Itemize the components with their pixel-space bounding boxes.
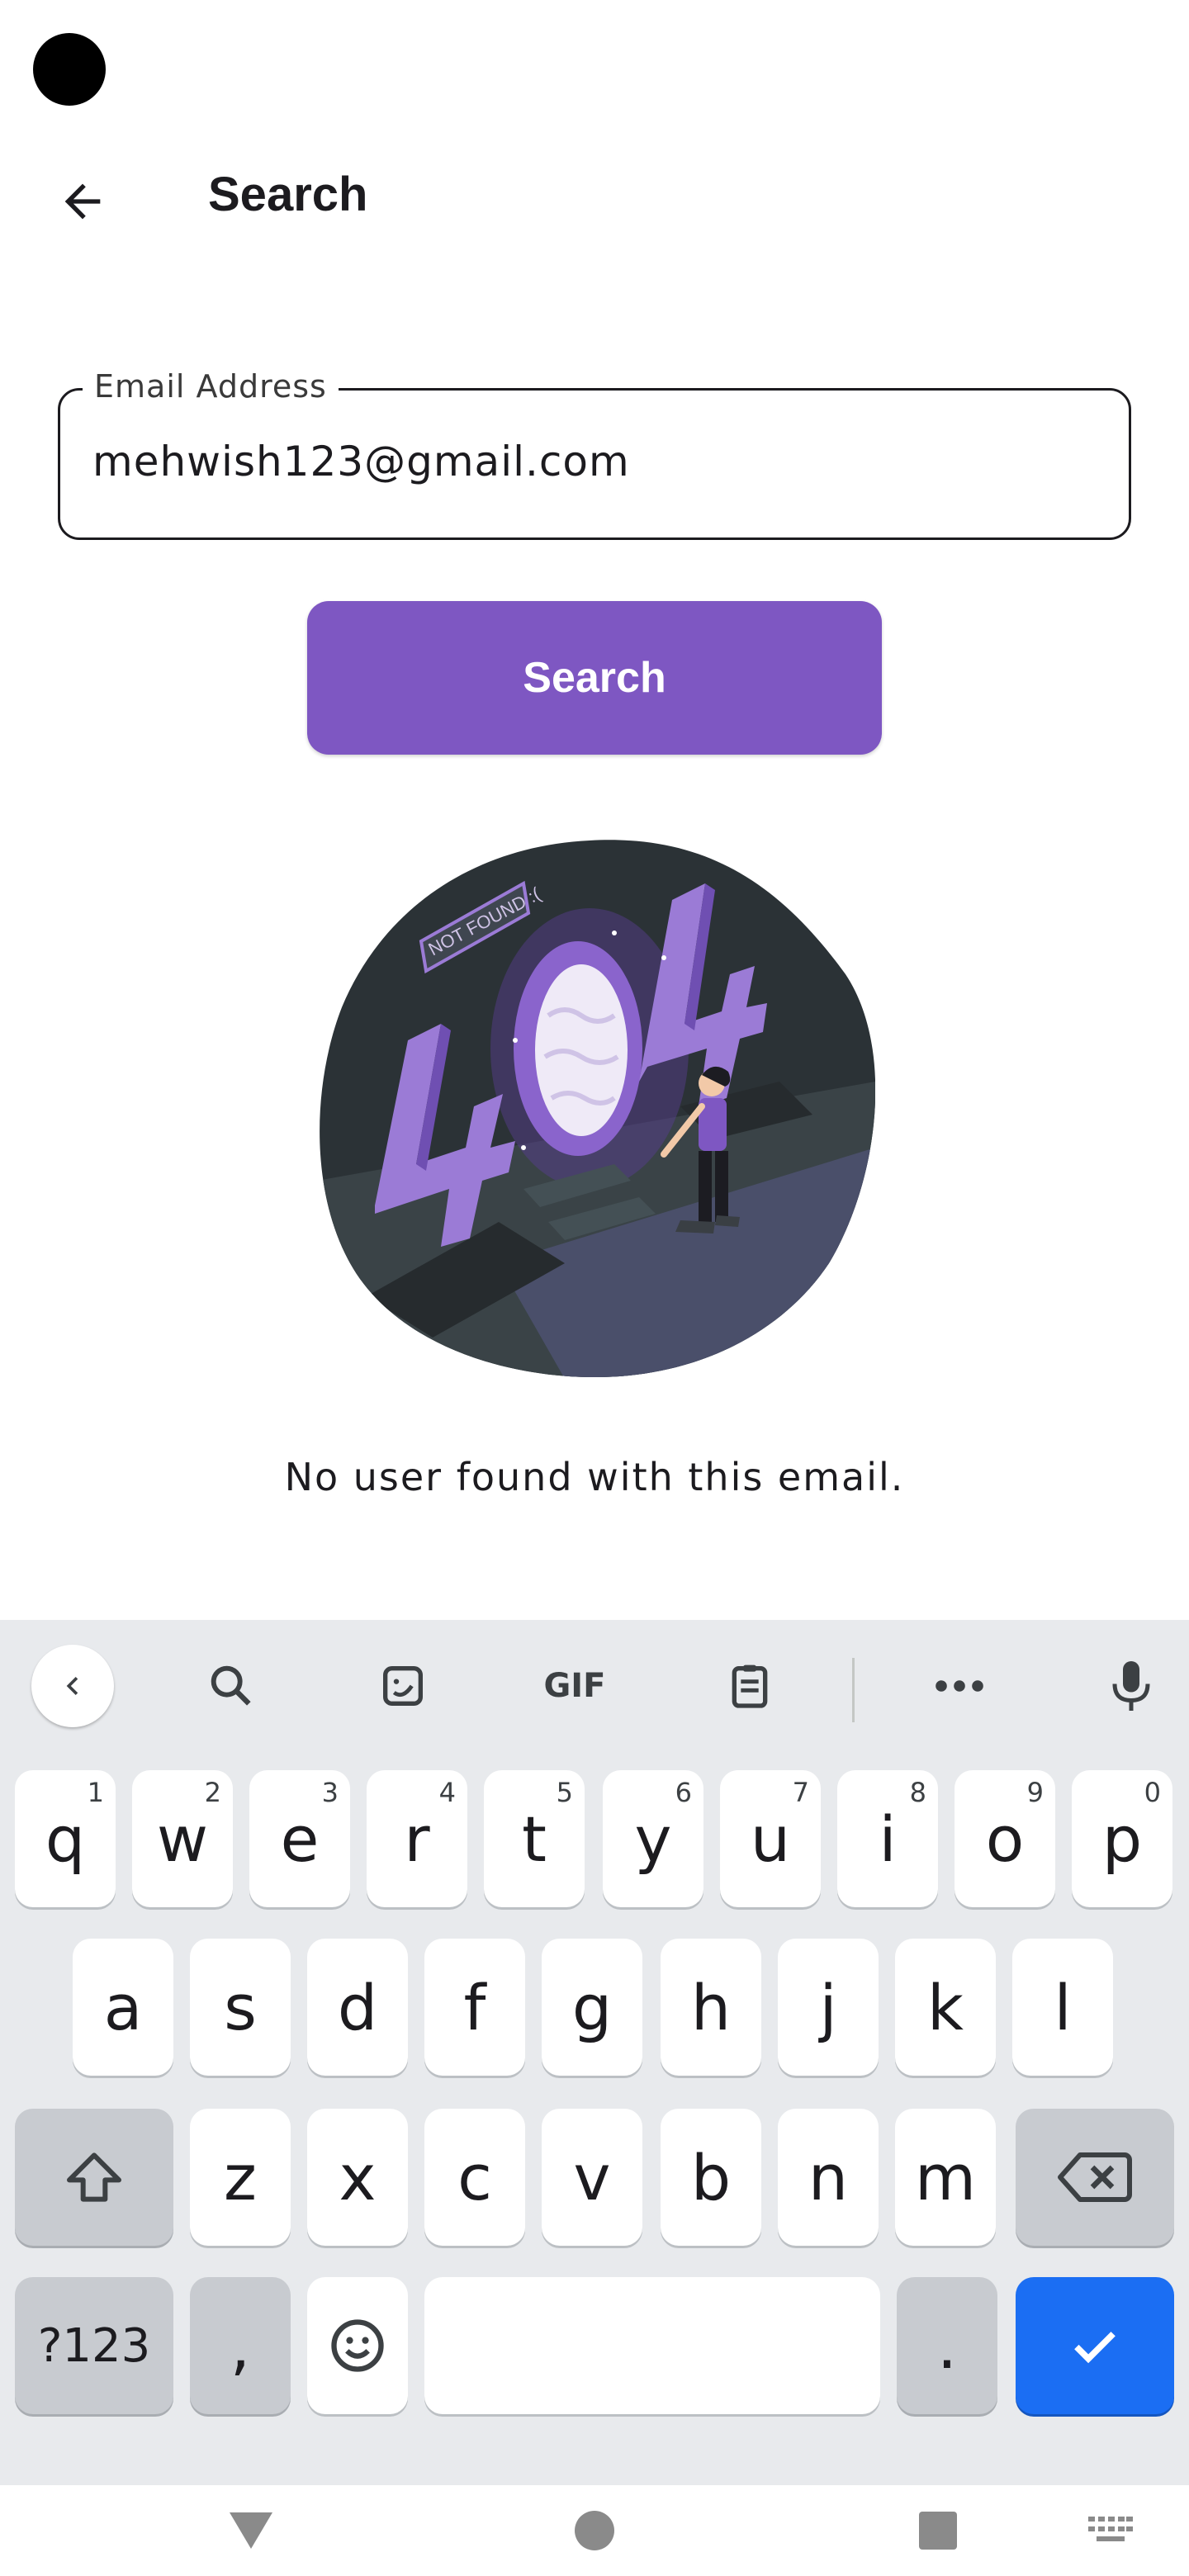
- period-key[interactable]: .: [897, 2277, 997, 2414]
- comma-key[interactable]: ,: [190, 2277, 291, 2414]
- shift-icon: [67, 2152, 121, 2202]
- key-o[interactable]: o9: [955, 1770, 1055, 1907]
- key-a[interactable]: a: [73, 1939, 173, 2076]
- camera-cutout: [33, 33, 106, 106]
- key-l[interactable]: l: [1012, 1939, 1113, 2076]
- check-icon: [1074, 2332, 1116, 2364]
- key-v[interactable]: v: [542, 2109, 642, 2246]
- key-x[interactable]: x: [307, 2109, 408, 2246]
- email-field-label: Email Address: [83, 368, 339, 405]
- gif-button[interactable]: GIF: [533, 1645, 616, 1727]
- clipboard-icon[interactable]: [708, 1645, 791, 1727]
- key-t[interactable]: t5: [484, 1770, 585, 1907]
- key-c[interactable]: c: [424, 2109, 525, 2246]
- key-p[interactable]: p0: [1072, 1770, 1172, 1907]
- page-title: Search: [208, 168, 368, 221]
- sticker-icon[interactable]: [362, 1645, 444, 1727]
- emoji-key[interactable]: [307, 2277, 408, 2414]
- done-key[interactable]: [1016, 2277, 1174, 2414]
- search-icon[interactable]: [190, 1645, 272, 1727]
- symbols-key[interactable]: ?123: [15, 2277, 173, 2414]
- key-w[interactable]: w2: [132, 1770, 233, 1907]
- key-n[interactable]: n: [778, 2109, 879, 2246]
- mic-icon[interactable]: [1090, 1645, 1172, 1727]
- search-button[interactable]: Search: [307, 601, 882, 755]
- more-icon[interactable]: [918, 1645, 1001, 1727]
- chevron-left-icon[interactable]: [31, 1645, 114, 1727]
- navigation-bar: [0, 2485, 1189, 2576]
- no-user-message: No user found with this email.: [284, 1455, 905, 1499]
- recents-square-icon[interactable]: [915, 2485, 961, 2576]
- key-g[interactable]: g: [542, 1939, 642, 2076]
- emoji-icon: [331, 2319, 384, 2372]
- arrow-left-icon: [64, 183, 101, 220]
- key-j[interactable]: j: [778, 1939, 879, 2076]
- key-u[interactable]: u7: [720, 1770, 821, 1907]
- key-s[interactable]: s: [190, 1939, 291, 2076]
- soft-keyboard: GIF q1 w2 e3 r4 t5 y6 u7 i8 o9 p0 a s d …: [0, 1620, 1189, 2485]
- backspace-key[interactable]: [1016, 2109, 1174, 2246]
- not-found-illustration: NOT FOUND :(: [317, 834, 875, 1379]
- backspace-icon: [1058, 2152, 1132, 2202]
- space-key[interactable]: [424, 2277, 880, 2414]
- key-z[interactable]: z: [190, 2109, 291, 2246]
- toolbar-divider: [852, 1658, 855, 1722]
- home-circle-icon[interactable]: [570, 2485, 619, 2576]
- key-b[interactable]: b: [661, 2109, 761, 2246]
- key-f[interactable]: f: [424, 1939, 525, 2076]
- key-d[interactable]: d: [307, 1939, 408, 2076]
- key-e[interactable]: e3: [249, 1770, 350, 1907]
- key-y[interactable]: y6: [603, 1770, 703, 1907]
- key-q[interactable]: q1: [15, 1770, 116, 1907]
- key-k[interactable]: k: [895, 1939, 996, 2076]
- key-m[interactable]: m: [895, 2109, 996, 2246]
- email-field-value[interactable]: mehwish123@gmail.com: [92, 438, 630, 485]
- back-button[interactable]: [40, 159, 126, 244]
- keyboard-toolbar: GIF: [0, 1620, 1189, 1752]
- keyboard-switch-icon[interactable]: [1088, 2485, 1133, 2576]
- shift-key[interactable]: [15, 2109, 173, 2246]
- key-r[interactable]: r4: [367, 1770, 467, 1907]
- key-i[interactable]: i8: [837, 1770, 938, 1907]
- key-h[interactable]: h: [661, 1939, 761, 2076]
- back-triangle-icon[interactable]: [216, 2485, 286, 2576]
